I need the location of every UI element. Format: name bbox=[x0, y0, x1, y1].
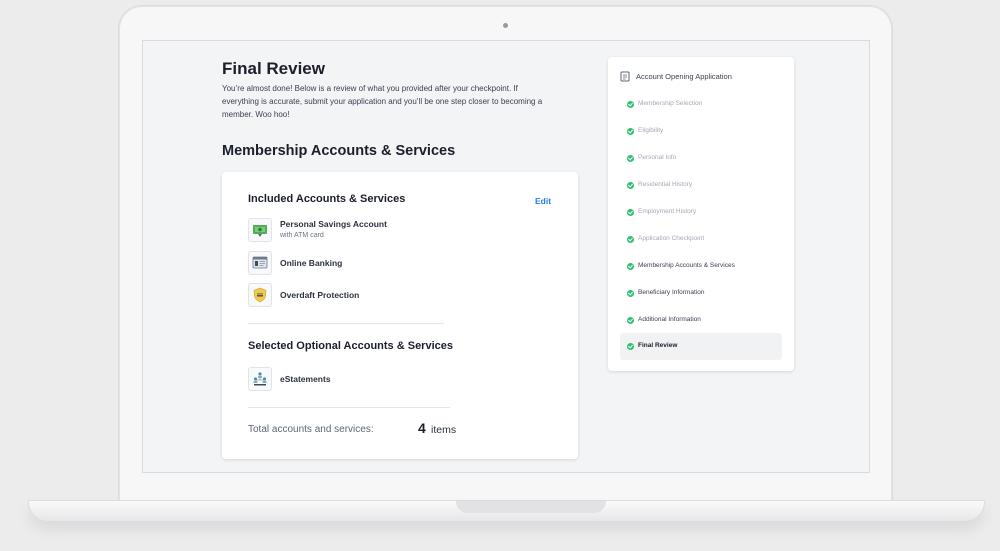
step-label: Final Review bbox=[638, 342, 678, 349]
total-unit: items bbox=[431, 424, 457, 436]
step-label: Additional Information bbox=[638, 316, 701, 323]
app-screen: Final Review You’re almost done! Below i… bbox=[142, 40, 870, 473]
step-label: Eligibility bbox=[638, 127, 664, 134]
step-additional-information[interactable]: Additional Information bbox=[620, 307, 782, 334]
check-icon bbox=[627, 182, 634, 189]
included-heading: Included Accounts & Services bbox=[248, 193, 406, 205]
page-title: Final Review bbox=[222, 59, 325, 78]
step-label: Membership Selection bbox=[638, 100, 703, 107]
total-count: 4 bbox=[418, 420, 426, 436]
progress-title: Account Opening Application bbox=[636, 72, 732, 81]
check-icon bbox=[627, 317, 634, 324]
estatements-icon bbox=[248, 367, 272, 391]
step-beneficiary-information[interactable]: Beneficiary Information bbox=[620, 280, 782, 307]
step-label: Beneficiary Information bbox=[638, 289, 705, 296]
page-intro: You’re almost done! Below is a review of… bbox=[222, 84, 543, 119]
check-icon bbox=[627, 155, 634, 162]
step-label: Application Checkpoint bbox=[638, 235, 705, 242]
step-membership-accounts-services[interactable]: Membership Accounts & Services bbox=[620, 253, 782, 280]
laptop-base bbox=[28, 500, 985, 522]
check-icon bbox=[627, 343, 634, 350]
services-card: Included Accounts & Services Edit Person… bbox=[222, 172, 578, 459]
step-employment-history[interactable]: Employment History bbox=[620, 199, 782, 226]
service-name: Personal Savings Account bbox=[280, 219, 387, 229]
savings-icon bbox=[248, 218, 272, 242]
optional-heading: Selected Optional Accounts & Services bbox=[248, 340, 453, 352]
service-name: Overdaft Protection bbox=[280, 290, 360, 300]
step-membership-selection[interactable]: Membership Selection bbox=[620, 91, 782, 118]
trackpad-notch bbox=[456, 501, 606, 513]
divider bbox=[248, 407, 450, 408]
step-application-checkpoint[interactable]: Application Checkpoint bbox=[620, 226, 782, 253]
step-label: Residential History bbox=[638, 181, 693, 188]
step-label: Personal Info bbox=[638, 154, 677, 161]
edit-button[interactable]: Edit bbox=[535, 196, 551, 206]
camera-icon bbox=[503, 23, 508, 28]
service-name: eStatements bbox=[280, 374, 331, 384]
check-icon bbox=[627, 263, 634, 270]
check-icon bbox=[627, 128, 634, 135]
step-eligibility[interactable]: Eligibility bbox=[620, 118, 782, 145]
check-icon bbox=[627, 290, 634, 297]
step-personal-info[interactable]: Personal Info bbox=[620, 145, 782, 172]
service-name: Online Banking bbox=[280, 258, 343, 268]
divider bbox=[248, 323, 444, 324]
progress-panel: Account Opening Application Membership S… bbox=[608, 57, 794, 371]
section-title: Membership Accounts & Services bbox=[222, 143, 456, 159]
document-icon bbox=[620, 71, 630, 82]
check-icon bbox=[627, 209, 634, 216]
step-final-review[interactable]: Final Review bbox=[620, 333, 782, 360]
step-label: Membership Accounts & Services bbox=[638, 262, 735, 269]
service-subtitle: with ATM card bbox=[280, 232, 324, 239]
total-label: Total accounts and services: bbox=[248, 424, 374, 435]
step-label: Employment History bbox=[638, 208, 697, 215]
online-banking-icon bbox=[248, 251, 272, 275]
overdraft-shield-icon bbox=[248, 283, 272, 307]
check-icon bbox=[627, 101, 634, 108]
step-residential-history[interactable]: Residential History bbox=[620, 172, 782, 199]
check-icon bbox=[627, 236, 634, 243]
